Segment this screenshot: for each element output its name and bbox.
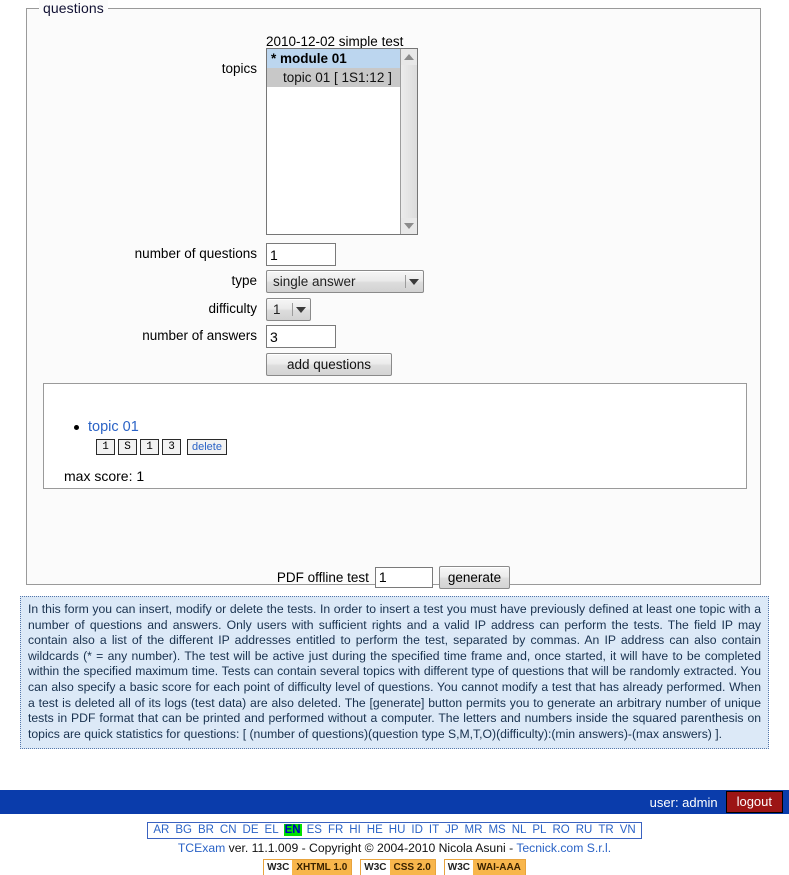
language-link-en[interactable]: EN xyxy=(283,824,302,836)
language-link-ms[interactable]: MS xyxy=(487,824,506,836)
listbox-option-topic[interactable]: topic 01 [ 1S1:12 ] xyxy=(267,68,417,87)
topics-listbox[interactable]: * module 01 topic 01 [ 1S1:12 ] xyxy=(266,48,418,235)
language-link-de[interactable]: DE xyxy=(242,824,260,836)
badge-left-label: W3C xyxy=(444,860,473,875)
language-link-ru[interactable]: RU xyxy=(575,824,594,836)
pdf-offline-test-row: PDF offline test generate xyxy=(26,562,761,592)
copyright-text: ver. 11.1.009 - Copyright © 2004-2010 Ni… xyxy=(225,841,517,855)
copyright-line: TCExam ver. 11.1.009 - Copyright © 2004-… xyxy=(0,841,789,855)
topics-result-box: topic 01 1 S 1 3 delete max score: 1 xyxy=(43,383,747,489)
language-link-hi[interactable]: HI xyxy=(348,824,362,836)
current-user-label: user: admin xyxy=(649,794,718,810)
triangle-down-icon xyxy=(404,223,414,229)
number-of-answers-label: number of answers xyxy=(142,328,257,343)
delete-link[interactable]: delete xyxy=(187,439,227,455)
language-link-el[interactable]: EL xyxy=(264,824,280,836)
w3c-badge-2[interactable]: W3C CSS 2.0 xyxy=(360,859,436,875)
difficulty-label: difficulty xyxy=(208,301,257,316)
type-select[interactable]: single answer xyxy=(266,270,424,293)
language-link-fr[interactable]: FR xyxy=(327,824,344,836)
language-link-es[interactable]: ES xyxy=(306,824,323,836)
language-link-ar[interactable]: AR xyxy=(152,824,170,836)
language-link-id[interactable]: ID xyxy=(410,824,424,836)
bullet-icon xyxy=(74,425,79,430)
language-bar: AR BG BR CN DE EL EN ES FR HI HE HU ID IT JP MR MS NL PL RO… xyxy=(0,822,789,839)
add-questions-button[interactable]: add questions xyxy=(266,353,392,376)
help-text: In this form you can insert, modify or d… xyxy=(20,596,769,750)
language-link-vn[interactable]: VN xyxy=(619,824,637,836)
select-separator xyxy=(292,303,293,316)
type-select-value: single answer xyxy=(273,274,356,289)
number-of-questions-label: number of questions xyxy=(134,246,257,261)
badge-right-label: XHTML 1.0 xyxy=(292,860,352,875)
language-link-it[interactable]: IT xyxy=(428,824,440,836)
badge-right-label: WAI-AAA xyxy=(473,860,525,875)
language-link-br[interactable]: BR xyxy=(197,824,215,836)
type-label: type xyxy=(231,273,257,288)
questions-fieldset: questions 2010-12-02 simple test topics … xyxy=(26,0,761,585)
w3c-badge-3[interactable]: W3C WAI-AAA xyxy=(443,859,526,875)
language-link-cn[interactable]: CN xyxy=(219,824,238,836)
triangle-up-icon xyxy=(404,54,414,60)
pdf-copies-input[interactable] xyxy=(374,566,433,588)
listbox-scrollbar[interactable] xyxy=(400,49,417,234)
generate-button[interactable]: generate xyxy=(438,565,511,589)
language-link-bg[interactable]: BG xyxy=(174,824,193,836)
language-link-mr[interactable]: MR xyxy=(464,824,484,836)
pdf-offline-test-label: PDF offline test xyxy=(276,569,369,585)
chevron-down-icon xyxy=(409,278,419,285)
stat-difficulty: 1 xyxy=(140,439,159,455)
language-link-hu[interactable]: HU xyxy=(388,824,407,836)
badge-right-label: CSS 2.0 xyxy=(389,860,435,875)
max-score-label: max score: 1 xyxy=(64,468,145,484)
scrollbar-track[interactable] xyxy=(401,65,417,218)
stat-question-type: S xyxy=(118,439,137,455)
test-title: 2010-12-02 simple test xyxy=(266,34,404,49)
language-link-tr[interactable]: TR xyxy=(597,824,614,836)
vendor-link[interactable]: Tecnick.com S.r.l. xyxy=(516,841,611,855)
result-topic-item: topic 01 xyxy=(74,418,139,435)
language-link-jp[interactable]: JP xyxy=(444,824,459,836)
topics-listbox-items: * module 01 topic 01 [ 1S1:12 ] xyxy=(267,49,417,234)
language-list: AR BG BR CN DE EL EN ES FR HI HE HU ID IT JP MR MS NL PL RO… xyxy=(147,822,642,839)
logout-button[interactable]: logout xyxy=(725,791,783,813)
difficulty-select-value: 1 xyxy=(273,302,281,317)
number-of-questions-input[interactable] xyxy=(266,243,336,266)
page-root: questions 2010-12-02 simple test topics … xyxy=(0,0,789,875)
scroll-down-arrow-icon[interactable] xyxy=(401,218,417,234)
chevron-down-icon xyxy=(296,306,306,313)
badge-left-label: W3C xyxy=(264,860,293,875)
w3c-badge-1[interactable]: W3C XHTML 1.0 xyxy=(263,859,353,875)
topic-link[interactable]: topic 01 xyxy=(88,419,139,435)
select-separator xyxy=(405,275,406,288)
language-link-pl[interactable]: PL xyxy=(531,824,547,836)
topic-stats-row: 1 S 1 3 delete xyxy=(96,439,227,455)
user-bar: user: admin logout xyxy=(0,790,789,814)
w3c-badges: W3C XHTML 1.0 W3C CSS 2.0 W3C WAI-AAA xyxy=(0,859,789,875)
difficulty-select-arrow xyxy=(292,299,306,320)
language-link-he[interactable]: HE xyxy=(366,824,384,836)
language-link-ro[interactable]: RO xyxy=(551,824,570,836)
number-of-answers-input[interactable] xyxy=(266,325,336,348)
stat-answers: 3 xyxy=(162,439,181,455)
badge-left-label: W3C xyxy=(361,860,390,875)
listbox-option-module[interactable]: * module 01 xyxy=(267,49,417,68)
topics-label: topics xyxy=(221,61,257,76)
fieldset-legend: questions xyxy=(39,0,108,16)
stat-number-of-questions: 1 xyxy=(96,439,115,455)
language-link-nl[interactable]: NL xyxy=(511,824,528,836)
tcexam-link[interactable]: TCExam xyxy=(178,841,225,855)
scroll-up-arrow-icon[interactable] xyxy=(401,49,417,65)
type-select-arrow xyxy=(405,271,419,292)
difficulty-select[interactable]: 1 xyxy=(266,298,311,321)
